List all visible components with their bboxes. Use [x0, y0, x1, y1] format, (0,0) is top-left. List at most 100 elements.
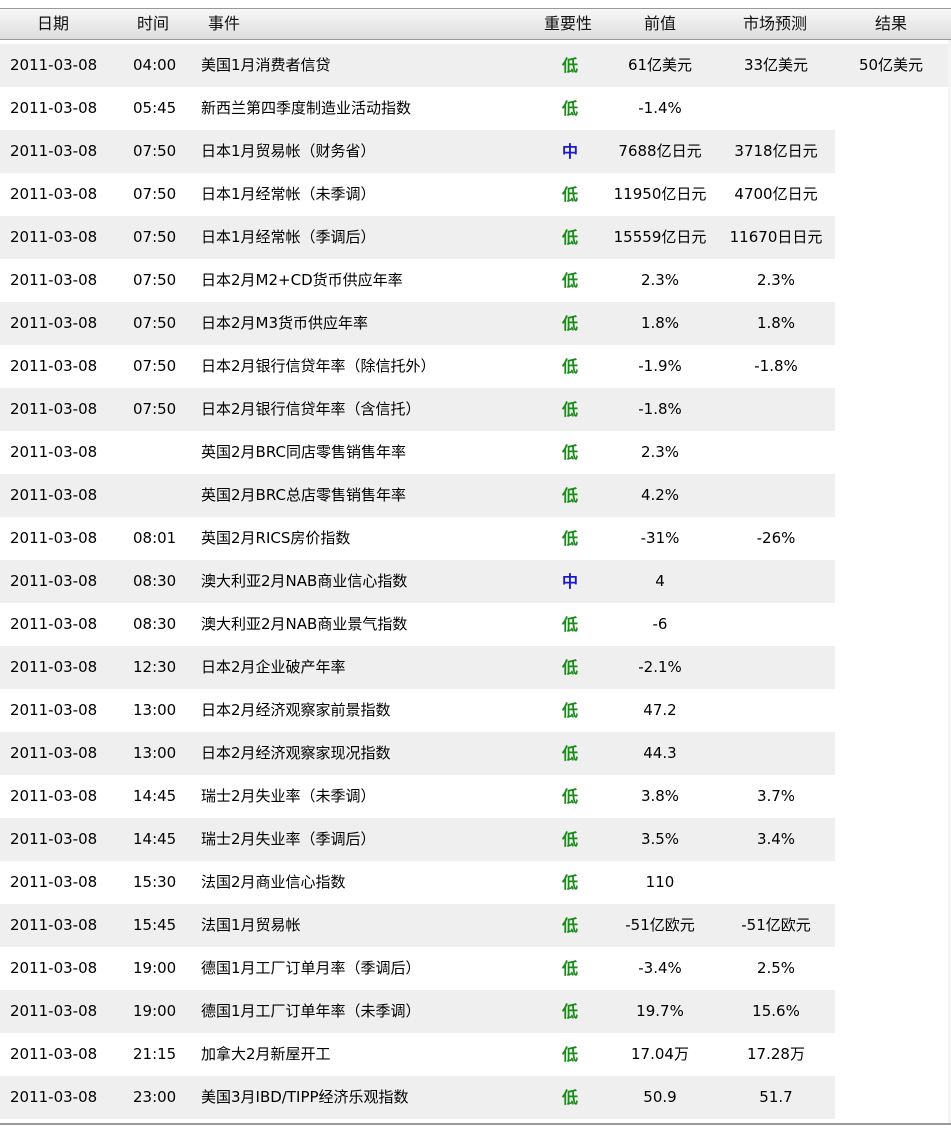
- importance-badge: 低: [561, 1045, 578, 1064]
- column-header-time[interactable]: 时间: [137, 9, 169, 39]
- event-date: 2011-03-08: [10, 228, 98, 246]
- table-row[interactable]: 2011-03-08 19:00 德国1月工厂订单月率（季调后） 低 -3.4% 2.5%: [0, 947, 951, 990]
- event-name: 法国2月商业信心指数: [201, 873, 346, 891]
- event-date: 2011-03-08: [10, 357, 98, 375]
- forecast-value: [716, 431, 836, 474]
- result-value: [835, 818, 947, 861]
- table-row[interactable]: 2011-03-08 05:45 新西兰第四季度制造业活动指数 低 -1.4%: [0, 87, 951, 130]
- table-row[interactable]: 2011-03-08 15:45 法国1月贸易帐 低 -51亿欧元 -51亿欧元: [0, 904, 951, 947]
- table-row[interactable]: 2011-03-08 13:00 日本2月经济观察家现况指数 低 44.3: [0, 732, 951, 775]
- result-value: [835, 517, 947, 560]
- importance-badge: 低: [561, 1002, 578, 1021]
- table-row[interactable]: 2011-03-08 08:30 澳大利亚2月NAB商业信心指数 中 4: [0, 560, 951, 603]
- forecast-value: 11670日日元: [729, 228, 823, 246]
- event-time: 23:00: [133, 1088, 177, 1106]
- event-time: 19:00: [133, 959, 177, 977]
- table-row[interactable]: 2011-03-08 英国2月BRC总店零售销售年率 低 4.2%: [0, 474, 951, 517]
- previous-value: 11950亿日元: [613, 185, 707, 203]
- forecast-value: [716, 388, 836, 431]
- table-row[interactable]: 2011-03-08 08:30 澳大利亚2月NAB商业景气指数 低 -6: [0, 603, 951, 646]
- column-header-date[interactable]: 日期: [37, 9, 69, 39]
- forecast-value: 33亿美元: [743, 56, 809, 74]
- table-row[interactable]: 2011-03-08 07:50 日本1月贸易帐（财务省） 中 7688亿日元 3718亿…: [0, 130, 951, 173]
- table-row[interactable]: 2011-03-08 15:30 法国2月商业信心指数 低 110: [0, 861, 951, 904]
- column-header-previous[interactable]: 前值: [644, 9, 676, 39]
- event-time: 15:45: [133, 916, 177, 934]
- event-name: 日本2月M2+CD货币供应年率: [201, 271, 403, 289]
- importance-badge: 低: [561, 271, 578, 290]
- importance-badge: 低: [561, 529, 578, 548]
- forecast-value: 3.4%: [756, 830, 796, 848]
- table-row[interactable]: 2011-03-08 07:50 日本1月经常帐（未季调） 低 11950亿日元 4700…: [0, 173, 951, 216]
- table-row[interactable]: 2011-03-08 14:45 瑞士2月失业率（未季调） 低 3.8% 3.7%: [0, 775, 951, 818]
- table-row[interactable]: 2011-03-08 13:00 日本2月经济观察家前景指数 低 47.2: [0, 689, 951, 732]
- event-time: 07:50: [133, 314, 177, 332]
- table-row[interactable]: 2011-03-08 12:30 日本2月企业破产年率 低 -2.1%: [0, 646, 951, 689]
- event-date: 2011-03-08: [10, 787, 98, 805]
- importance-badge: 低: [561, 443, 578, 462]
- result-value: [835, 1076, 947, 1119]
- event-time: 14:45: [133, 830, 177, 848]
- event-time: 15:30: [133, 873, 177, 891]
- previous-value: -1.8%: [638, 400, 682, 418]
- previous-value: 50.9: [643, 1088, 677, 1106]
- table-body: 2011-03-08 04:00 美国1月消费者信贷低 61亿美元 33亿美元 50亿美元…: [0, 44, 951, 1119]
- event-name: 澳大利亚2月NAB商业信心指数: [201, 572, 408, 590]
- event-date: 2011-03-08: [10, 701, 98, 719]
- event-date: 2011-03-08: [10, 443, 98, 461]
- forecast-value: 51.7: [759, 1088, 793, 1106]
- event-date: 2011-03-08: [10, 1045, 98, 1063]
- event-time: 07:50: [133, 357, 177, 375]
- event-name: 日本2月经济观察家前景指数: [201, 701, 391, 719]
- table-row[interactable]: 2011-03-08 07:50 日本2月M2+CD货币供应年率 低 2.3% 2.3%: [0, 259, 951, 302]
- event-name: 瑞士2月失业率（季调后）: [201, 830, 376, 848]
- column-header-event[interactable]: 事件: [208, 9, 240, 39]
- event-name: 法国1月贸易帐: [201, 916, 301, 934]
- table-row[interactable]: 2011-03-08 07:50 日本2月银行信贷年率（含信托） 低 -1.8%: [0, 388, 951, 431]
- result-value: [835, 861, 947, 904]
- forecast-value: [716, 474, 836, 517]
- result-value: [835, 904, 947, 947]
- forecast-value: 3.7%: [756, 787, 796, 805]
- table-row[interactable]: 2011-03-08 英国2月BRC同店零售销售年率 低 2.3%: [0, 431, 951, 474]
- event-date: 2011-03-08: [10, 744, 98, 762]
- importance-badge: 低: [561, 959, 578, 978]
- previous-value: 15559亿日元: [613, 228, 707, 246]
- event-date: 2011-03-08: [10, 1088, 98, 1106]
- previous-value: 3.8%: [640, 787, 680, 805]
- event-name: 加拿大2月新屋开工: [201, 1045, 331, 1063]
- table-row[interactable]: 2011-03-08 07:50 日本2月M3货币供应年率 低 1.8% 1.8%: [0, 302, 951, 345]
- event-time: 05:45: [133, 99, 177, 117]
- event-name: 英国2月BRC同店零售销售年率: [201, 443, 406, 461]
- event-date: 2011-03-08: [10, 615, 98, 633]
- event-date: 2011-03-08: [10, 56, 98, 74]
- table-row[interactable]: 2011-03-08 07:50 日本1月经常帐（季调后） 低 15559亿日元 1167…: [0, 216, 951, 259]
- event-date: 2011-03-08: [10, 271, 98, 289]
- event-time: 04:00: [133, 56, 177, 74]
- event-date: 2011-03-08: [10, 1002, 98, 1020]
- table-row[interactable]: 2011-03-08 21:15 加拿大2月新屋开工 低 17.04万 17.28万: [0, 1033, 951, 1076]
- previous-value: -2.1%: [638, 658, 682, 676]
- event-name: 瑞士2月失业率（未季调）: [201, 787, 376, 805]
- table-row[interactable]: 2011-03-08 19:00 德国1月工厂订单年率（未季调） 低 19.7% 15.6…: [0, 990, 951, 1033]
- previous-value: 1.8%: [640, 314, 680, 332]
- event-date: 2011-03-08: [10, 529, 98, 547]
- previous-value: -1.9%: [638, 357, 682, 375]
- event-name: 德国1月工厂订单月率（季调后）: [201, 959, 421, 977]
- result-value: [835, 474, 947, 517]
- forecast-value: 1.8%: [756, 314, 796, 332]
- event-date: 2011-03-08: [10, 959, 98, 977]
- table-row[interactable]: 2011-03-08 07:50 日本2月银行信贷年率（除信托外） 低 -1.9% -1.…: [0, 345, 951, 388]
- table-row[interactable]: 2011-03-08 08:01 英国2月RICS房价指数 低 -31% -26%: [0, 517, 951, 560]
- table-row[interactable]: 2011-03-08 14:45 瑞士2月失业率（季调后） 低 3.5% 3.4%: [0, 818, 951, 861]
- event-name: 美国1月消费者信贷: [201, 56, 331, 74]
- column-header-forecast[interactable]: 市场预测: [743, 9, 807, 39]
- economic-calendar: 日期 时间 事件 重要性 前值 市场预测 结果 2011-03-08 04:00 美…: [0, 0, 951, 1139]
- column-header-importance[interactable]: 重要性: [544, 9, 592, 39]
- event-name: 新西兰第四季度制造业活动指数: [201, 99, 412, 117]
- column-header-result[interactable]: 结果: [875, 9, 907, 39]
- result-value: [835, 732, 947, 775]
- table-row[interactable]: 2011-03-08 04:00 美国1月消费者信贷 低 61亿美元 33亿美元 50亿美元: [0, 44, 951, 87]
- table-row[interactable]: 2011-03-08 23:00 美国3月IBD/TIPP经济乐观指数 低 50.9 51…: [0, 1076, 951, 1119]
- result-value: [835, 259, 947, 302]
